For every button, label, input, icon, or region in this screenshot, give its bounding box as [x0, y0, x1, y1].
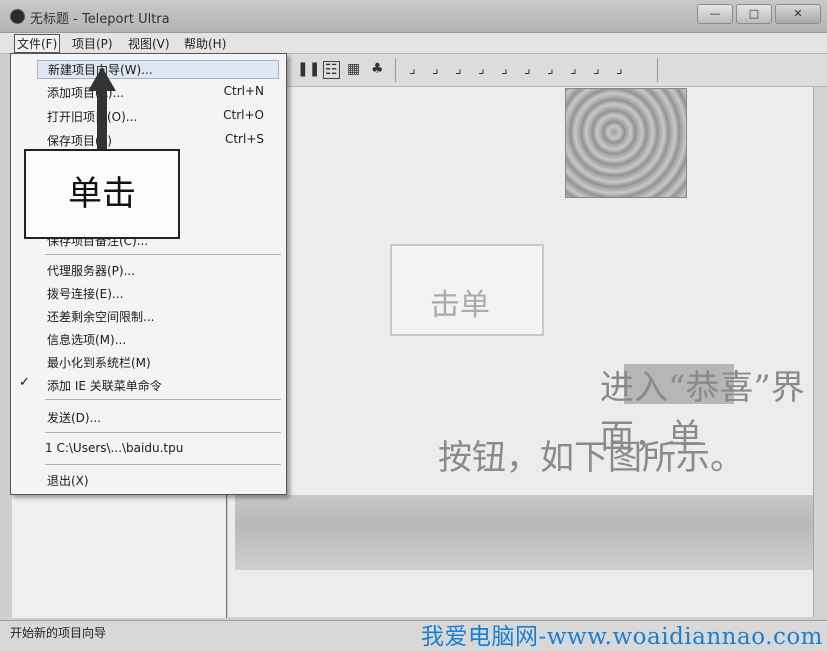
watermark: 我爱电脑网-www.woaidiannao.com	[421, 624, 823, 650]
status-text: 开始新的项目向导	[10, 626, 107, 640]
left-pane	[12, 494, 227, 618]
toolbar-network-icon[interactable]: ♣	[371, 61, 384, 77]
toolbar: ❚❚ ☷ ▦ ♣ ⌟ ⌟ ⌟ ⌟ ⌟ ⌟ ⌟ ⌟ ⌟ ⌟	[285, 54, 827, 87]
toolbar-tool-icon[interactable]: ⌟	[501, 61, 508, 77]
menu-separator	[45, 432, 281, 433]
menu-item-proxy-server[interactable]: 代理服务器(P)...	[47, 262, 135, 279]
app-icon	[10, 9, 25, 24]
menu-separator	[45, 464, 281, 465]
title-bar: 无标题 - Teleport Ultra — □ ✕	[0, 0, 827, 33]
checkmark-icon: ✓	[19, 375, 30, 390]
toolbar-tool-icon[interactable]: ⌟	[455, 61, 462, 77]
menu-item-info-options[interactable]: 信息选项(M)...	[47, 331, 126, 348]
annotation-callout-text: 单击	[68, 174, 136, 214]
menu-item-exit[interactable]: 退出(X)	[47, 472, 89, 489]
toolbar-pause-icon[interactable]: ❚❚	[297, 61, 320, 77]
toolbar-tool-icon[interactable]: ⌟	[409, 61, 416, 77]
toolbar-separator	[395, 58, 396, 82]
toolbar-details-view-icon[interactable]: ☷	[323, 61, 340, 79]
background-band	[235, 495, 813, 570]
menu-item-dialup[interactable]: 拨号连接(E)...	[47, 285, 123, 302]
menu-separator	[45, 399, 281, 400]
toolbar-tool-icon[interactable]: ⌟	[547, 61, 554, 77]
shortcut-save-project: Ctrl+S	[224, 132, 264, 146]
menu-item-recent-file[interactable]: 1 C:\Users\...\baidu.tpu	[45, 441, 183, 455]
menu-item-open-project[interactable]: 打开旧项目(O)...	[47, 108, 137, 125]
arrow-shaft	[97, 88, 107, 150]
annotation-callout: 单击	[24, 149, 180, 239]
window-title: 无标题 - Teleport Ultra	[30, 12, 170, 27]
menu-help[interactable]: 帮助(H)	[182, 35, 228, 52]
toolbar-separator	[657, 58, 658, 82]
menu-item-minimize-to-tray[interactable]: 最小化到系统栏(M)	[47, 354, 151, 371]
menu-bar: 文件(F) 项目(P) 视图(V) 帮助(H)	[0, 33, 827, 54]
vertical-scrollbar[interactable]	[813, 87, 827, 617]
background-text-line-2: 按钮，如下图所示。	[438, 438, 744, 478]
menu-item-send[interactable]: 发送(D)...	[47, 409, 101, 426]
maximize-button[interactable]: □	[736, 4, 772, 24]
menu-item-ie-context-menu[interactable]: 添加 IE 关联菜单命令	[47, 377, 162, 394]
toolbar-tool-icon[interactable]: ⌟	[432, 61, 439, 77]
toolbar-tool-icon[interactable]: ⌟	[524, 61, 531, 77]
window-controls: — □ ✕	[697, 4, 821, 24]
menu-item-new-project-wizard[interactable]: 新建项目向导(W)...	[37, 60, 279, 79]
toolbar-tool-icon[interactable]: ⌟	[478, 61, 485, 77]
background-callout-text: 单击	[430, 288, 490, 323]
shortcut-add-project: Ctrl+N	[223, 84, 264, 98]
menu-file[interactable]: 文件(F)	[14, 34, 61, 53]
menu-project[interactable]: 项目(P)	[70, 35, 115, 52]
minimize-button[interactable]: —	[697, 4, 733, 24]
app-window: 无标题 - Teleport Ultra — □ ✕ 文件(F) 项目(P) 视…	[0, 0, 827, 650]
menu-separator	[45, 254, 281, 255]
close-button[interactable]: ✕	[775, 4, 821, 24]
toolbar-tool-icon[interactable]: ⌟	[616, 61, 623, 77]
background-photo	[565, 88, 687, 198]
menu-view[interactable]: 视图(V)	[126, 35, 172, 52]
toolbar-grid-view-icon[interactable]: ▦	[347, 61, 360, 77]
file-menu-dropdown: 新建项目向导(W)... 添加项目(A)... Ctrl+N 打开旧项目(O).…	[10, 53, 287, 495]
background-callout: 单击	[390, 244, 544, 336]
toolbar-tool-icon[interactable]: ⌟	[570, 61, 577, 77]
toolbar-tool-icon[interactable]: ⌟	[593, 61, 600, 77]
menu-item-space-limit[interactable]: 还差剩余空间限制...	[47, 308, 154, 325]
shortcut-open-project: Ctrl+O	[223, 108, 264, 122]
